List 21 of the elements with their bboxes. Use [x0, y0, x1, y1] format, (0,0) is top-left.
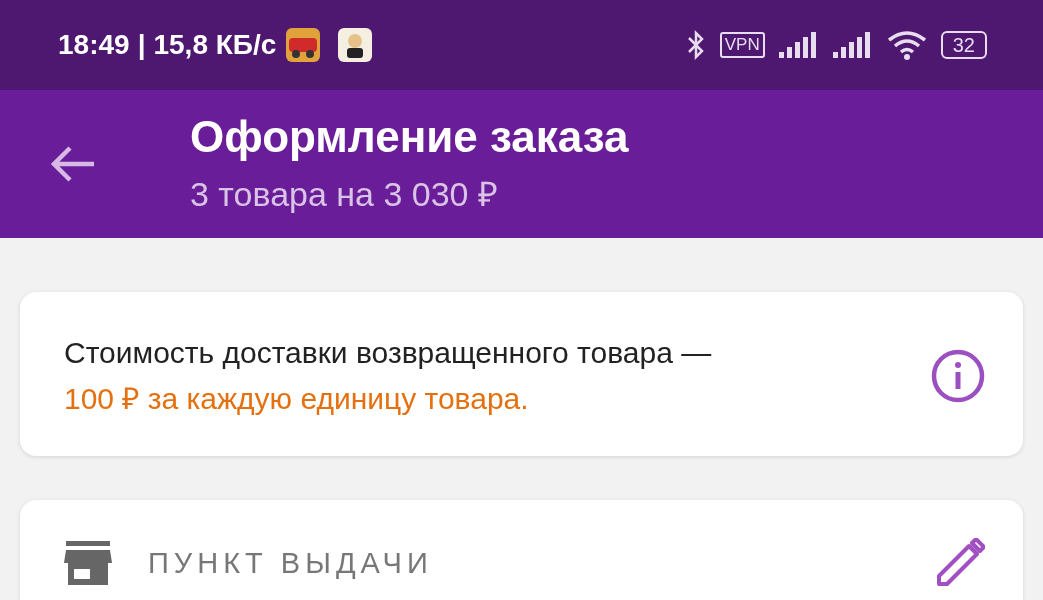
signal-icon: [778, 32, 819, 58]
bluetooth-icon: [685, 29, 706, 61]
clock-time: 18:49: [58, 29, 130, 61]
network-speed: 15,8 КБ/с: [153, 29, 277, 61]
separator: |: [137, 29, 146, 61]
back-arrow-icon: [50, 144, 96, 184]
edit-button[interactable]: [935, 538, 985, 588]
pencil-icon: [935, 538, 985, 588]
app-icon: [286, 28, 321, 62]
vpn-indicator: VPN: [719, 32, 765, 58]
page-title: Оформление заказа: [190, 112, 629, 162]
battery-level: 32: [940, 31, 987, 59]
app-icon: [338, 28, 373, 62]
wifi-icon: [886, 30, 927, 60]
store-icon: [64, 541, 112, 585]
delivery-notice: Стоимость доставки возвращенного товара — 100 ₽ за каждую единицу товара.: [64, 335, 713, 417]
order-summary: 3 товара на 3 030 ₽: [190, 174, 499, 215]
info-icon: [931, 349, 985, 403]
signal-icon: [832, 32, 873, 58]
section-label: ПУНКТ ВЫДАЧИ: [148, 546, 434, 580]
info-button[interactable]: [931, 349, 985, 403]
